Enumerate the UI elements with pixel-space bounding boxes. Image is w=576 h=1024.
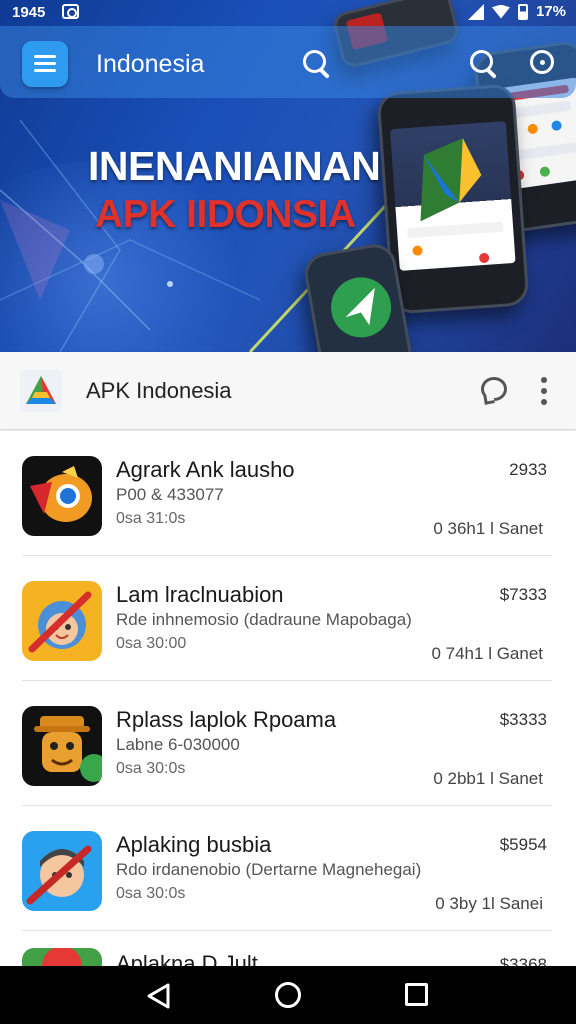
system-nav-bar <box>0 966 576 1024</box>
browser-app-icon <box>22 456 102 536</box>
settings-circle-icon[interactable] <box>530 50 554 74</box>
app-price: $3333 <box>499 710 547 729</box>
app-price: $5954 <box>499 835 547 854</box>
partial-app-icon <box>22 948 102 966</box>
app-meta: 0 2bb1 l Sanet <box>433 769 543 788</box>
app-toolbar: Indonesia <box>0 26 576 98</box>
app-price: $7333 <box>499 585 547 604</box>
search-icon-secondary[interactable] <box>470 50 493 73</box>
send-logo-icon <box>331 277 392 338</box>
app-name: Aplakna D Jult <box>116 951 258 966</box>
map-logo-icon <box>420 138 482 222</box>
app-date: 0sa 31:0s <box>116 510 186 527</box>
apk-logo-icon <box>20 370 62 412</box>
app-name: Rplass laplok Rpoama <box>116 707 337 732</box>
cartoon-face-app-icon <box>22 831 102 911</box>
app-name: Agrark Ank lausho <box>116 457 295 482</box>
status-bar: 1945 17% <box>0 0 576 26</box>
app-name: Lam lraclnuabion <box>116 582 284 607</box>
battery-level: 17% <box>535 3 566 20</box>
list-item[interactable]: Aplakna D Jult $3368 <box>0 931 576 966</box>
menu-button[interactable] <box>22 41 68 87</box>
battery-icon <box>517 3 528 20</box>
phone-image-center <box>376 83 530 315</box>
recents-icon[interactable] <box>405 983 428 1006</box>
app-date: 0sa 30:00 <box>116 635 187 652</box>
app-meta: 0 36h1 l Sanet <box>433 519 543 538</box>
hero-headline: INENANIAINAN <box>88 143 381 189</box>
app-date: 0sa 30:0s <box>116 760 186 777</box>
phone-screen <box>389 121 516 271</box>
app-detail: P00 & 433077 <box>116 485 224 504</box>
app-title: APK Indonesia <box>86 378 232 403</box>
app-name: Aplaking busbia <box>116 832 272 857</box>
comment-icon[interactable] <box>481 377 507 401</box>
app-price: $3368 <box>499 955 547 966</box>
more-options-icon[interactable] <box>539 377 549 405</box>
list-item[interactable]: Agrark Ank lausho P00 & 433077 0sa 31:0s… <box>0 431 576 556</box>
cartoon-app-icon <box>22 581 102 661</box>
signal-icon <box>467 3 484 20</box>
app-meta: 0 74h1 l Ganet <box>431 644 543 663</box>
toolbar-title: Indonesia <box>96 50 205 78</box>
wifi-icon <box>491 4 510 19</box>
home-icon[interactable] <box>275 982 301 1008</box>
list-item[interactable]: Aplaking busbia Rdo irdanenobio (Dertarn… <box>0 806 576 931</box>
app-list: Agrark Ank lausho P00 & 433077 0sa 31:0s… <box>0 431 576 966</box>
character-app-icon <box>22 706 102 786</box>
list-item[interactable]: Rplass laplok Rpoama Labne 6-030000 0sa … <box>0 681 576 806</box>
app-price: 2933 <box>509 460 547 479</box>
app-header: APK Indonesia <box>0 352 576 430</box>
search-icon[interactable] <box>303 50 329 76</box>
menu-icon <box>34 55 56 58</box>
app-date: 0sa 30:0s <box>116 885 186 902</box>
hero-subheadline: APK IIDONSIA <box>95 193 356 236</box>
app-detail: Rdo irdanenobio (Dertarne Magnehegai) <box>116 860 422 879</box>
app-meta: 0 3by 1l Sanei <box>435 894 543 913</box>
app-screen: INENANIAINAN APK IIDONSIA 1945 17% Indon… <box>0 0 576 1024</box>
app-detail: Rde inhnemosio (dadraune Mapobaga) <box>116 610 412 629</box>
app-detail: Labne 6-030000 <box>116 735 240 754</box>
status-time: 1945 <box>12 4 46 21</box>
back-icon[interactable] <box>146 983 172 1009</box>
camera-notification-icon <box>62 4 79 19</box>
list-item[interactable]: Lam lraclnuabion Rde inhnemosio (dadraun… <box>0 556 576 681</box>
